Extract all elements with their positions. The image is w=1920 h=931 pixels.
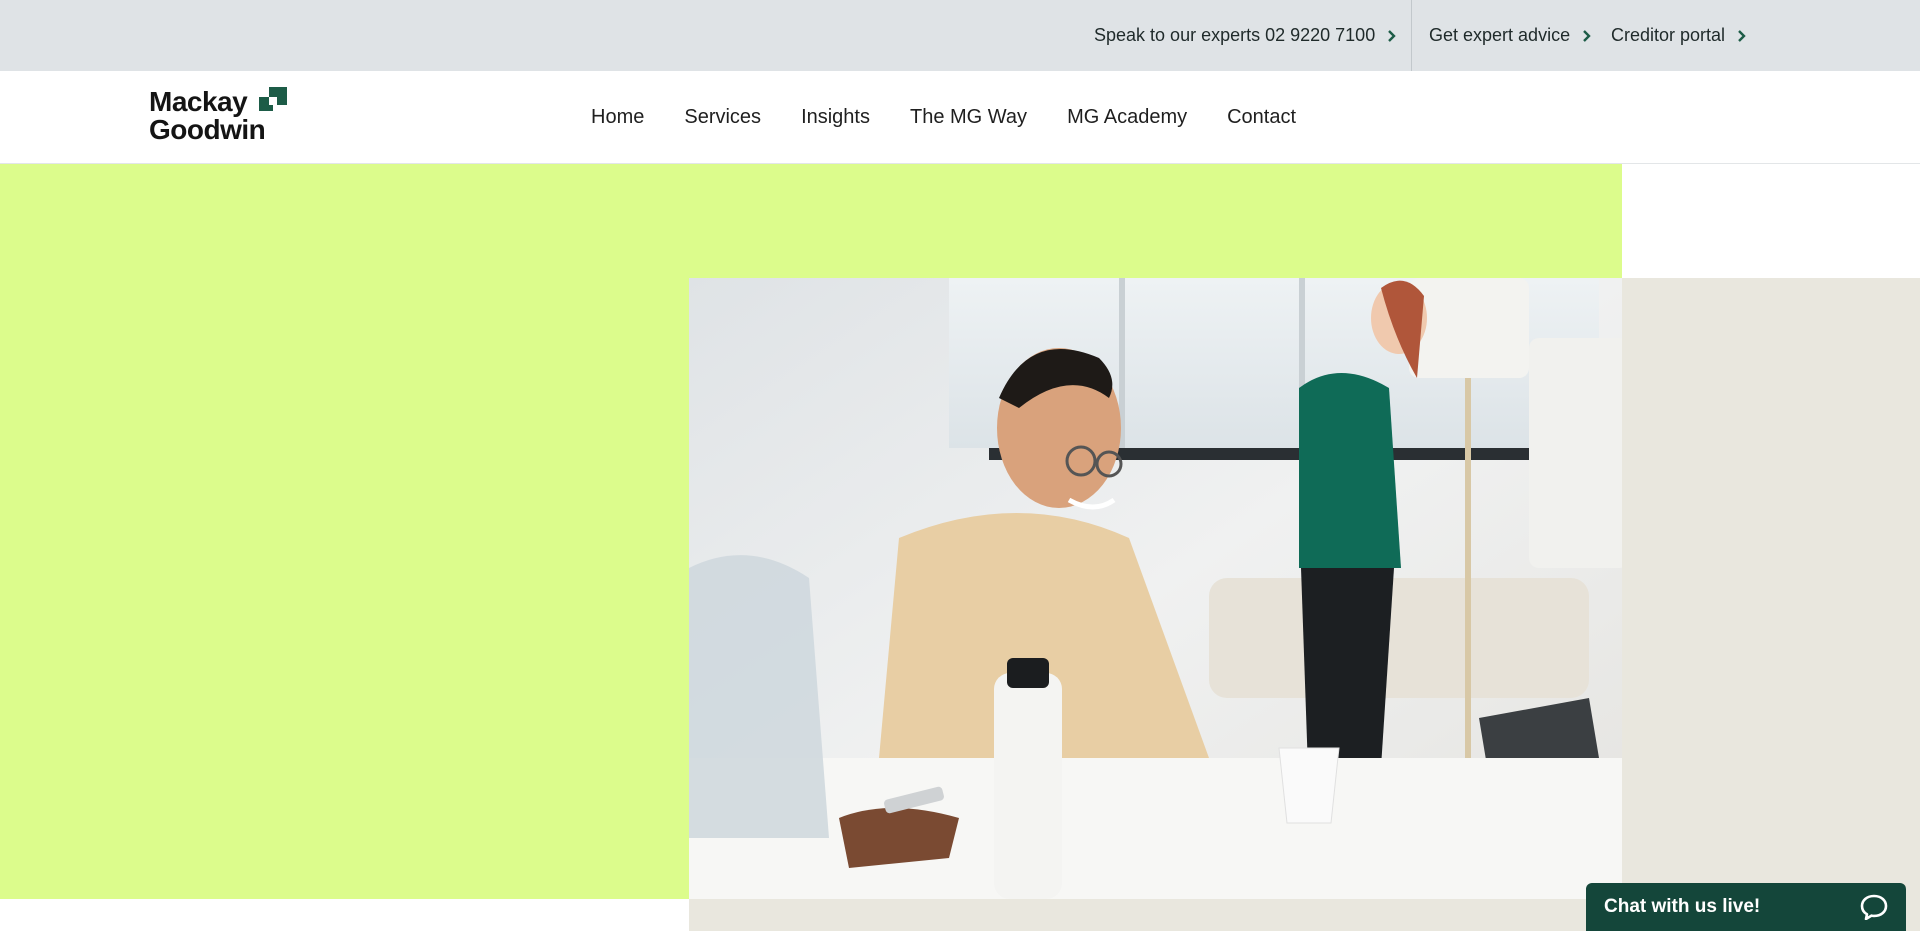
hero-beige-panel — [1622, 278, 1920, 931]
logo-mark-icon — [259, 87, 287, 111]
utility-divider — [1411, 0, 1412, 71]
chat-bubble-icon — [1860, 894, 1888, 920]
get-expert-advice-label: Get expert advice — [1429, 25, 1571, 45]
main-nav: Home Services Insights The MG Way MG Aca… — [591, 71, 1336, 164]
nav-item-insights[interactable]: Insights — [801, 106, 870, 129]
logo-word-2: Goodwin — [149, 114, 266, 145]
nav-item-the-mg-way[interactable]: The MG Way — [910, 106, 1027, 129]
site-header: Mackay Goodwin Home Services Insights Th… — [0, 71, 1920, 164]
speak-to-experts-link[interactable]: Speak to our experts 02 9220 7100 — [1094, 0, 1399, 71]
speak-to-experts-label: Speak to our experts 02 9220 7100 — [1094, 25, 1376, 45]
chevron-right-icon — [1738, 29, 1746, 42]
mackay-goodwin-logo[interactable]: Mackay Goodwin — [149, 85, 299, 145]
live-chat-label: Chat with us live! — [1604, 896, 1761, 917]
nav-item-mg-academy[interactable]: MG Academy — [1067, 106, 1187, 129]
logo-word-1: Mackay — [149, 86, 248, 117]
utility-bar: Speak to our experts 02 9220 7100 Get ex… — [0, 0, 1920, 71]
chevron-right-icon — [1583, 29, 1591, 42]
office-scene-illustration — [689, 278, 1622, 899]
hero-office-photo — [689, 278, 1622, 899]
nav-item-services[interactable]: Services — [684, 106, 761, 129]
chevron-right-icon — [1388, 29, 1396, 42]
nav-item-contact[interactable]: Contact — [1227, 106, 1296, 129]
live-chat-button[interactable]: Chat with us live! — [1586, 883, 1906, 931]
nav-item-home[interactable]: Home — [591, 106, 644, 129]
creditor-portal-label: Creditor portal — [1611, 25, 1726, 45]
creditor-portal-link[interactable]: Creditor portal — [1611, 0, 1749, 71]
get-expert-advice-link[interactable]: Get expert advice — [1429, 0, 1594, 71]
